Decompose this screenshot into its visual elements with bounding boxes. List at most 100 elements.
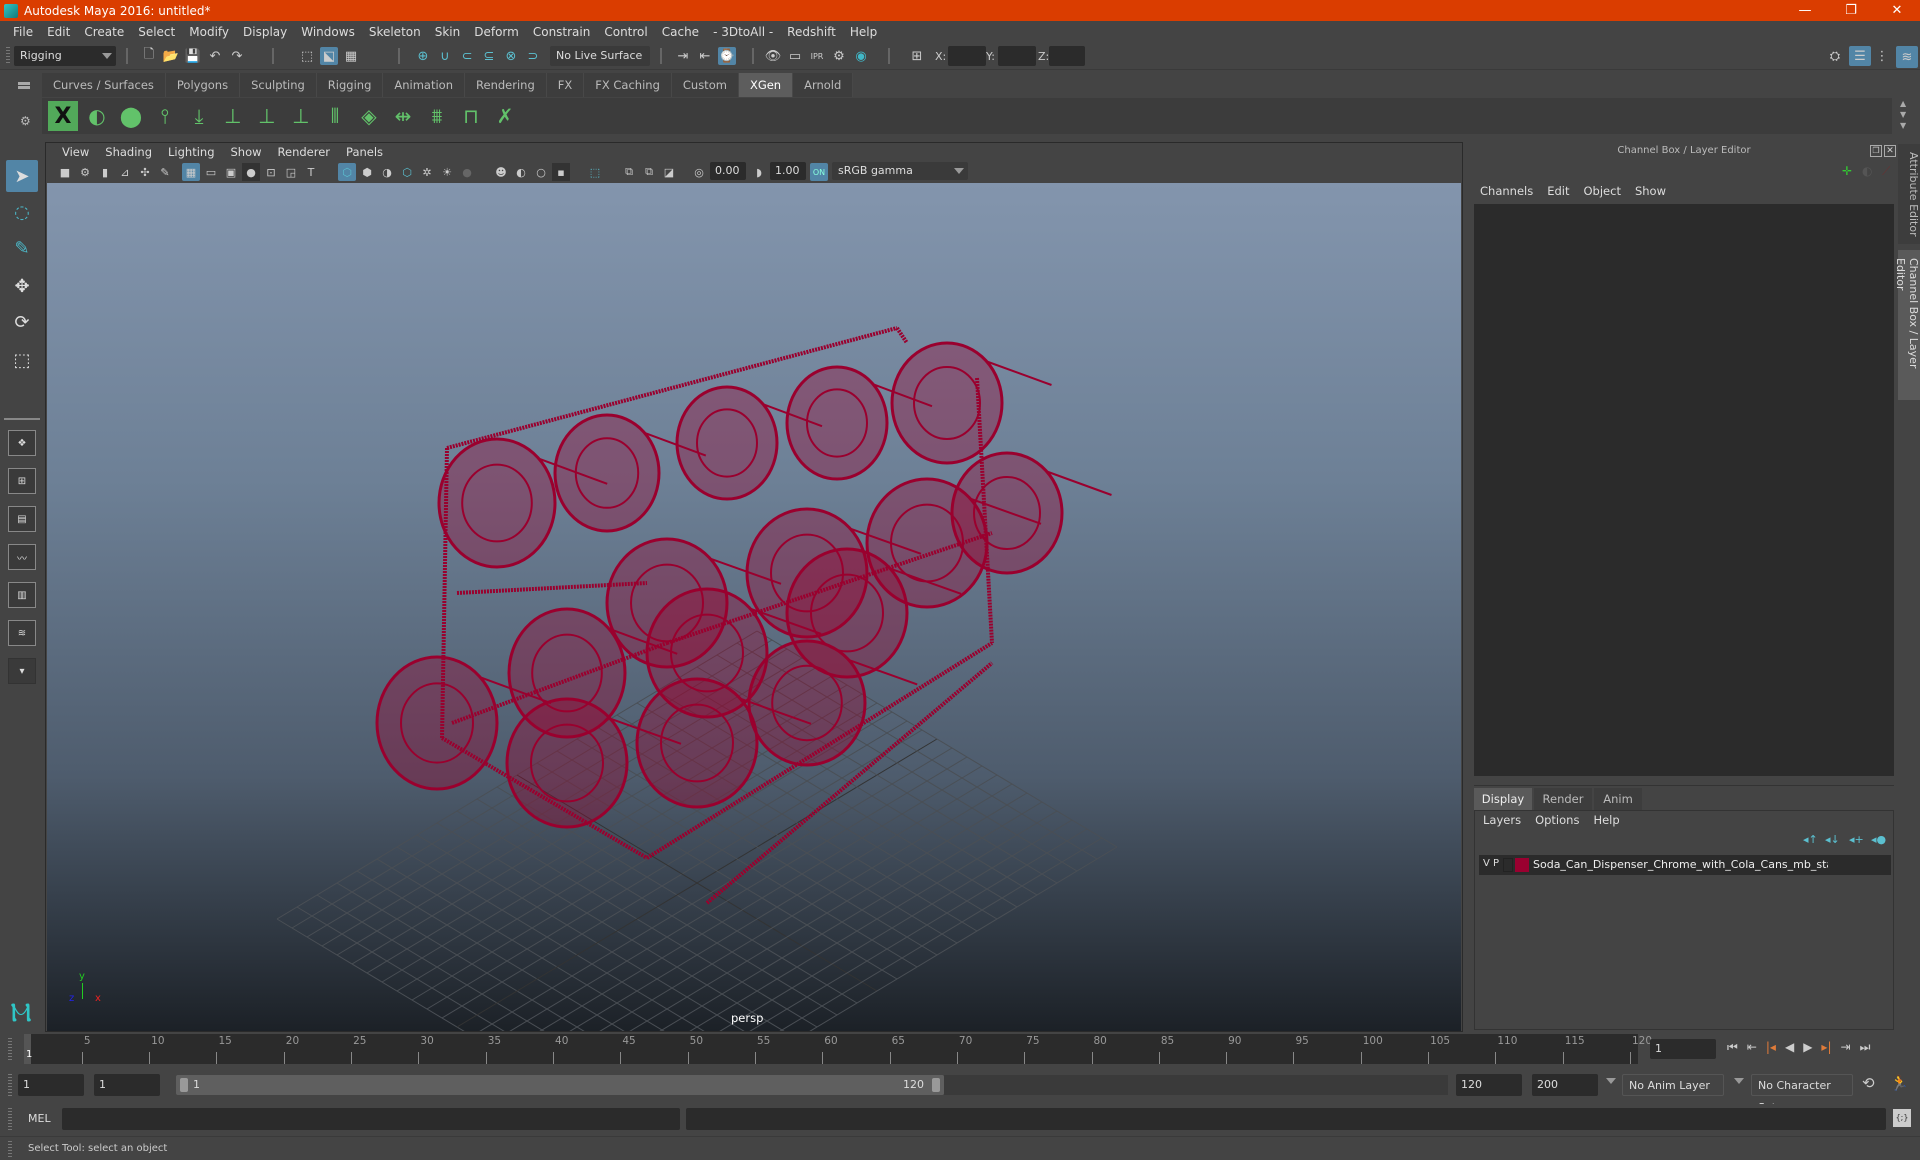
- menu-help[interactable]: Help: [843, 25, 884, 39]
- shelf-scroll-arrows[interactable]: ▲ ▼ ▼: [1900, 98, 1906, 131]
- channel-box-tab[interactable]: Channel Box / Layer Editor: [1894, 250, 1920, 400]
- panel-menu-view[interactable]: View: [54, 145, 97, 159]
- show-menu[interactable]: Show: [1635, 184, 1666, 198]
- step-forward-key-icon[interactable]: ⇥: [1841, 1040, 1851, 1055]
- output-ops-icon[interactable]: ⇤: [696, 47, 714, 65]
- camera-attributes-icon[interactable]: ⚙: [76, 163, 94, 181]
- play-backward-icon[interactable]: ◀: [1785, 1040, 1794, 1055]
- attribute-editor-tab[interactable]: Attribute Editor: [1898, 144, 1920, 244]
- range-end-handle[interactable]: [932, 1078, 940, 1092]
- shelf-tab-sculpting[interactable]: Sculpting: [240, 73, 317, 97]
- layer-color-swatch[interactable]: [1515, 858, 1529, 872]
- new-layer-icon[interactable]: ◂+: [1849, 833, 1864, 846]
- menu-display[interactable]: Display: [236, 25, 294, 39]
- rotate-tool-icon[interactable]: ⟳: [6, 306, 38, 338]
- shelf-tab-rendering[interactable]: Rendering: [465, 73, 547, 97]
- menu-cache[interactable]: Cache: [655, 25, 706, 39]
- backface-culling-icon[interactable]: ▪: [552, 163, 570, 181]
- layer-playback-toggle[interactable]: P: [1493, 858, 1499, 869]
- menu-modify[interactable]: Modify: [182, 25, 236, 39]
- animation-preferences-icon[interactable]: 🏃: [1890, 1074, 1909, 1092]
- close-panel-icon[interactable]: ✕: [1884, 145, 1896, 157]
- layer-tab-anim[interactable]: Anim: [1594, 788, 1642, 810]
- select-hierarchy-icon[interactable]: ⬚: [298, 47, 316, 65]
- script-language-label[interactable]: MEL: [28, 1112, 51, 1125]
- time-slider-bar[interactable]: 1 5 10 15 20 25 30 35 40 45 50 55 60 65 70 75 80 85 90 95 1…: [24, 1034, 1652, 1064]
- end-time-field[interactable]: 200: [1532, 1074, 1598, 1096]
- shelf-tab-polygons[interactable]: Polygons: [165, 73, 241, 97]
- camera-icon[interactable]: ■: [56, 163, 74, 181]
- frame-all-icon[interactable]: ⧉: [620, 163, 638, 181]
- start-time-field[interactable]: 1: [18, 1074, 84, 1096]
- persp-graph-layout-icon[interactable]: 〰: [8, 544, 36, 570]
- current-frame-field[interactable]: 1: [1650, 1039, 1716, 1059]
- xray-active-icon[interactable]: ○: [532, 163, 550, 181]
- shelf-tab-arnold[interactable]: Arnold: [793, 73, 854, 97]
- edit-menu[interactable]: Edit: [1547, 184, 1569, 198]
- select-object-icon[interactable]: ⬕: [320, 47, 338, 65]
- shadows-icon[interactable]: ☀: [438, 163, 456, 181]
- panel-divider[interactable]: [1474, 785, 1894, 786]
- step-forward-frame-icon[interactable]: ▸|: [1821, 1040, 1831, 1055]
- color-management-toggle-icon[interactable]: ON: [810, 163, 828, 181]
- menu-edit[interactable]: Edit: [40, 25, 77, 39]
- layer-visibility-toggle[interactable]: V: [1483, 858, 1490, 869]
- textured-icon[interactable]: ⬡: [398, 163, 416, 181]
- go-to-start-icon[interactable]: ⏮: [1727, 1040, 1738, 1055]
- play-forward-icon[interactable]: ▶: [1803, 1040, 1812, 1055]
- layer-tab-render[interactable]: Render: [1534, 788, 1592, 810]
- grid-toggle-icon[interactable]: ▦: [182, 163, 200, 181]
- 2d-pan-zoom-icon[interactable]: ✣: [136, 163, 154, 181]
- menu-3dtoall[interactable]: - 3DtoAll -: [706, 25, 780, 39]
- xgen-density-icon[interactable]: ◈: [354, 101, 384, 131]
- construction-history-icon[interactable]: ⌚: [718, 47, 736, 65]
- shelf-tab-fx-caching[interactable]: FX Caching: [584, 73, 672, 97]
- layer-reference-toggle[interactable]: [1503, 858, 1513, 872]
- move-tool-icon[interactable]: ✥: [6, 270, 38, 302]
- layers-menu[interactable]: Layers: [1483, 813, 1521, 827]
- transform-mode-icon[interactable]: ⊞: [908, 47, 926, 65]
- panel-menu-lighting[interactable]: Lighting: [160, 145, 222, 159]
- x-field[interactable]: [948, 46, 986, 66]
- menu-set-dropdown[interactable]: Rigging: [14, 46, 116, 66]
- auto-key-icon[interactable]: ⟲: [1862, 1074, 1875, 1092]
- go-to-end-icon[interactable]: ⏭: [1860, 1040, 1871, 1055]
- render-current-frame-icon[interactable]: ▭: [786, 47, 804, 65]
- smooth-shade-icon[interactable]: ⬢: [358, 163, 376, 181]
- xgen-guide-box-icon[interactable]: ⊓: [456, 101, 486, 131]
- xgen-sculpt-icon[interactable]: ⫴: [320, 101, 350, 131]
- color-space-dropdown[interactable]: sRGB gamma: [832, 162, 968, 180]
- shelf-tab-curves-surfaces[interactable]: Curves / Surfaces: [42, 73, 166, 97]
- xgen-delete-guide-icon[interactable]: ✗: [490, 101, 520, 131]
- xgen-select-guide-icon[interactable]: ⩩: [422, 101, 452, 131]
- tool-settings-icon[interactable]: ⋮: [1873, 47, 1891, 65]
- snap-point-icon[interactable]: ⊂: [458, 47, 476, 65]
- channel-speed-icon[interactable]: ⟋: [1882, 164, 1890, 179]
- single-perspective-layout-icon[interactable]: ❖: [8, 430, 36, 456]
- input-ops-icon[interactable]: ⇥: [674, 47, 692, 65]
- gamma-field[interactable]: 1.00: [770, 162, 806, 180]
- four-view-layout-icon[interactable]: ⊞: [8, 468, 36, 494]
- lasso-tool-icon[interactable]: ◌: [6, 196, 38, 228]
- wireframe-icon[interactable]: ⬡: [338, 163, 356, 181]
- z-field[interactable]: [1049, 46, 1085, 66]
- move-layer-up-icon[interactable]: ◂↑: [1803, 833, 1818, 846]
- snap-curve-icon[interactable]: ∪: [436, 47, 454, 65]
- select-component-icon[interactable]: ▦: [342, 47, 360, 65]
- scale-tool-icon[interactable]: ⬚: [6, 344, 38, 376]
- select-tool-icon[interactable]: ➤: [6, 160, 38, 192]
- menu-redshift[interactable]: Redshift: [780, 25, 843, 39]
- minimize-button[interactable]: —: [1782, 0, 1828, 21]
- exposure-icon[interactable]: ◎: [690, 163, 708, 181]
- options-menu[interactable]: Options: [1535, 813, 1579, 827]
- help-line-grip[interactable]: [8, 1141, 12, 1157]
- xgen-lock-guide-icon[interactable]: ⊥: [286, 101, 316, 131]
- panel-menu-shading[interactable]: Shading: [97, 145, 160, 159]
- isolate-select-icon[interactable]: ⬚: [586, 163, 604, 181]
- time-slider-grip[interactable]: [8, 1038, 12, 1060]
- persp-outliner-layout-icon[interactable]: ▤: [8, 506, 36, 532]
- paint-select-tool-icon[interactable]: ✎: [6, 232, 38, 264]
- menu-select[interactable]: Select: [131, 25, 182, 39]
- image-plane-icon[interactable]: ⊿: [116, 163, 134, 181]
- gamma-icon[interactable]: ◗: [750, 163, 768, 181]
